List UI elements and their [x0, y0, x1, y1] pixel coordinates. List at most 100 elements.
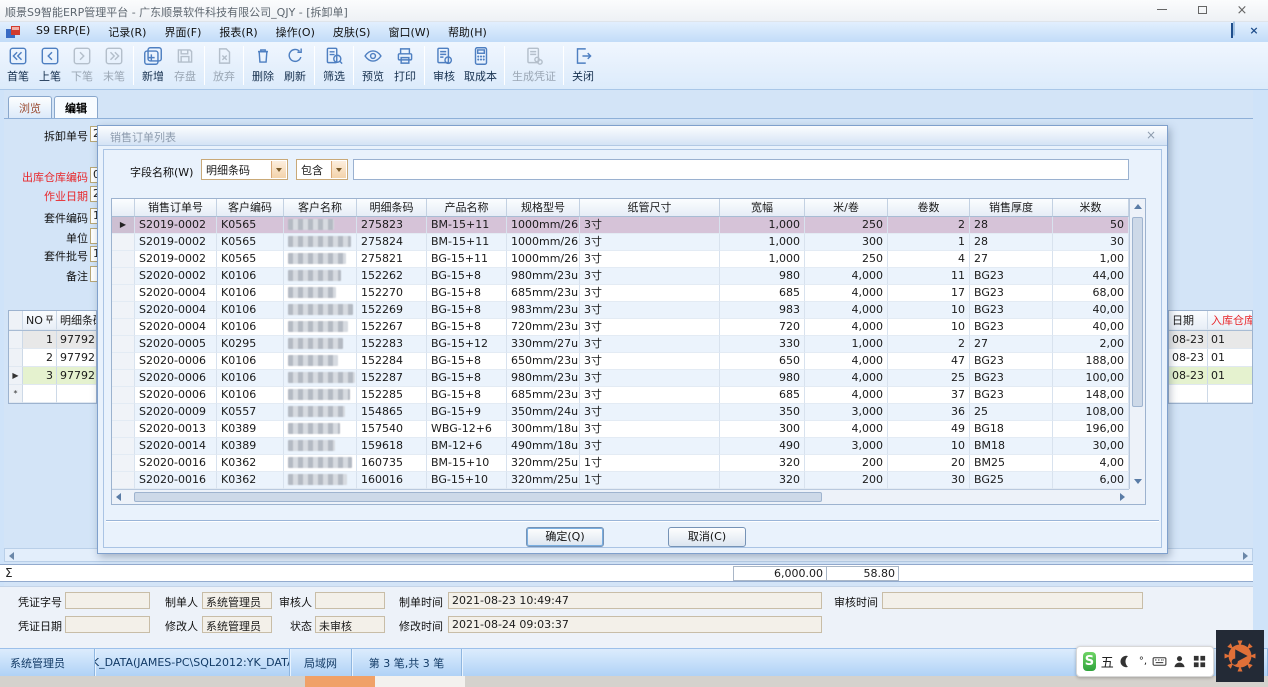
table-row[interactable]: S2020-0004K0106152269BG-15+8983mm/23um..… [112, 302, 1129, 319]
column-header[interactable]: 纸管尺寸 [580, 199, 720, 217]
sogou-logo-icon[interactable]: S [1083, 652, 1096, 671]
chevron-down-icon[interactable] [271, 161, 286, 178]
column-header[interactable]: 规格型号 [507, 199, 580, 217]
table-row[interactable]: S2020-0004K0106152267BG-15+8720mm/23um..… [112, 319, 1129, 336]
grid-header-cell[interactable]: 明细条码 [57, 311, 97, 330]
table-row[interactable]: S2020-0004K0106152270BG-15+8685mm/23um..… [112, 285, 1129, 302]
ok-button[interactable]: 确定(Q) [526, 527, 604, 547]
mdi-minimize-icon[interactable] [1202, 24, 1218, 38]
table-row[interactable]: S2020-0002K0106152262BG-15+8980mm/23um..… [112, 268, 1129, 285]
scroll-up-icon[interactable] [1134, 204, 1142, 209]
table-vertical-scrollbar[interactable] [1129, 199, 1145, 489]
table-row[interactable]: S2019-0002K0565275824BM-15+111000mm/26u.… [112, 234, 1129, 251]
table-row[interactable]: 197792 [9, 331, 96, 349]
person-icon[interactable] [1172, 654, 1187, 669]
vscroll-thumb[interactable] [1132, 217, 1143, 407]
dialog-title-bar[interactable]: 销售订单列表 × [98, 126, 1167, 146]
grid-header-cell[interactable]: 日期 [1169, 311, 1208, 330]
punctuation-mode-icon[interactable]: °, [1139, 656, 1147, 667]
menu-item-1[interactable]: 记录(R) [99, 22, 155, 42]
form-field-2[interactable]: 2 [90, 186, 97, 202]
table-horizontal-scrollbar[interactable] [112, 489, 1129, 504]
table-row[interactable]: 08-2301 [1169, 349, 1252, 367]
table-row[interactable]: S2020-0009K0557154865BG-15+9350mm/24um..… [112, 404, 1129, 421]
mdi-restore-icon[interactable] [1224, 24, 1240, 38]
filter-field-combo[interactable]: 明细条码 [201, 159, 288, 180]
column-header[interactable]: 宽幅 [720, 199, 805, 217]
column-header[interactable]: 客户编码 [217, 199, 284, 217]
menu-item-5[interactable]: 皮肤(S) [324, 22, 380, 42]
toolbar-audit-button[interactable]: 审核 [428, 43, 460, 88]
table-row[interactable]: S2020-0005K0295152283BG-15+12330mm/27um.… [112, 336, 1129, 353]
table-row[interactable]: S2020-0016K0362160016BG-15+10320mm/25um.… [112, 472, 1129, 489]
table-row[interactable]: S2020-0006K0106152284BG-15+8650mm/23um..… [112, 353, 1129, 370]
cancel-button[interactable]: 取消(C) [668, 527, 746, 547]
column-header[interactable]: 米/卷 [805, 199, 888, 217]
form-field-5[interactable]: 1 [90, 246, 97, 262]
form-field-4[interactable] [90, 228, 97, 244]
table-row[interactable]: S2020-0006K0106152287BG-15+8980mm/23um..… [112, 370, 1129, 387]
keyboard-icon[interactable] [1152, 654, 1167, 669]
menu-item-6[interactable]: 窗口(W) [379, 22, 438, 42]
minimize-button[interactable] [1148, 3, 1176, 19]
dialog-close-icon[interactable]: × [1143, 128, 1159, 144]
table-row[interactable]: 08-2301 [1169, 367, 1252, 385]
windows-taskbar[interactable] [0, 676, 1268, 687]
toolbar-preview-button[interactable]: 预览 [357, 43, 389, 88]
toolbar-refresh-button[interactable]: 刷新 [279, 43, 311, 88]
column-header[interactable]: 产品名称 [427, 199, 507, 217]
toolbar-add-button[interactable]: 新增 [137, 43, 169, 88]
menu-item-0[interactable]: S9 ERP(E) [27, 22, 99, 42]
form-field-0[interactable]: 2 [90, 126, 97, 142]
table-row[interactable]: S2020-0014K0389159618BM-12+6490mm/18um..… [112, 438, 1129, 455]
column-header[interactable]: 卷数 [888, 199, 970, 217]
wubi-mode-icon[interactable]: 五 [1101, 652, 1114, 671]
scroll-down-icon[interactable] [1134, 479, 1142, 484]
taskbar-active-app[interactable] [305, 676, 375, 687]
column-header[interactable]: 销售厚度 [970, 199, 1053, 217]
filter-value-input[interactable] [353, 159, 1129, 180]
grid-header-cell[interactable]: NO [23, 311, 57, 330]
new-row[interactable]: * [9, 385, 96, 403]
menu-item-7[interactable]: 帮助(H) [439, 22, 496, 42]
table-row[interactable]: 08-2301 [1169, 331, 1252, 349]
toolbar-filter-button[interactable]: 筛选 [318, 43, 350, 88]
scroll-right-icon[interactable] [1120, 493, 1125, 501]
table-row[interactable]: ▶S2019-0002K0565275823BM-15+111000mm/26u… [112, 217, 1129, 234]
form-field-1[interactable]: 0 [90, 167, 97, 183]
table-row[interactable]: 297792 [9, 349, 96, 367]
column-header[interactable]: 明细条码 [357, 199, 427, 217]
filter-operator-combo[interactable]: 包含 [296, 159, 348, 180]
new-row[interactable] [1169, 385, 1252, 403]
table-row[interactable]: S2020-0013K0389157540WBG-12+6300mm/18um.… [112, 421, 1129, 438]
toolbox-grid-icon[interactable] [1192, 654, 1207, 669]
toolbar-nav-prev-button[interactable]: 上笔 [34, 43, 66, 88]
column-header[interactable]: 米数 [1053, 199, 1129, 217]
mdi-close-icon[interactable]: × [1246, 24, 1262, 38]
taskbar-gear-logo-icon[interactable] [1216, 630, 1264, 682]
close-button[interactable]: × [1228, 3, 1256, 19]
column-header[interactable]: 销售订单号 [135, 199, 217, 217]
menu-item-3[interactable]: 报表(R) [210, 22, 266, 42]
scroll-left-icon[interactable] [116, 493, 121, 501]
toolbar-delete-button[interactable]: 删除 [247, 43, 279, 88]
toolbar-print-button[interactable]: 打印 [389, 43, 421, 88]
menu-item-2[interactable]: 界面(F) [155, 22, 210, 42]
toolbar-close-button[interactable]: 关闭 [567, 43, 599, 88]
column-header[interactable]: 客户名称 [284, 199, 357, 217]
form-field-3[interactable]: 1 [90, 208, 97, 224]
table-row[interactable]: ▶397792 [9, 367, 96, 385]
taskbar-app[interactable] [375, 676, 465, 687]
menu-item-4[interactable]: 操作(O) [267, 22, 324, 42]
toolbar-cost-button[interactable]: 取成本 [460, 43, 501, 88]
moon-icon[interactable] [1119, 654, 1134, 669]
hscroll-thumb[interactable] [134, 492, 822, 502]
grid-header-cell[interactable]: 入库仓库 [1208, 311, 1253, 330]
toolbar-nav-first-button[interactable]: 首笔 [2, 43, 34, 88]
table-row[interactable]: S2020-0006K0106152285BG-15+8685mm/23um..… [112, 387, 1129, 404]
chevron-down-icon[interactable] [331, 161, 346, 178]
tab-edit[interactable]: 编辑 [54, 96, 98, 118]
sogou-input-bar[interactable]: S 五 °, [1076, 646, 1214, 677]
table-row[interactable]: S2020-0016K0362160735BM-15+10320mm/25um.… [112, 455, 1129, 472]
scroll-right-icon[interactable] [1243, 552, 1248, 560]
